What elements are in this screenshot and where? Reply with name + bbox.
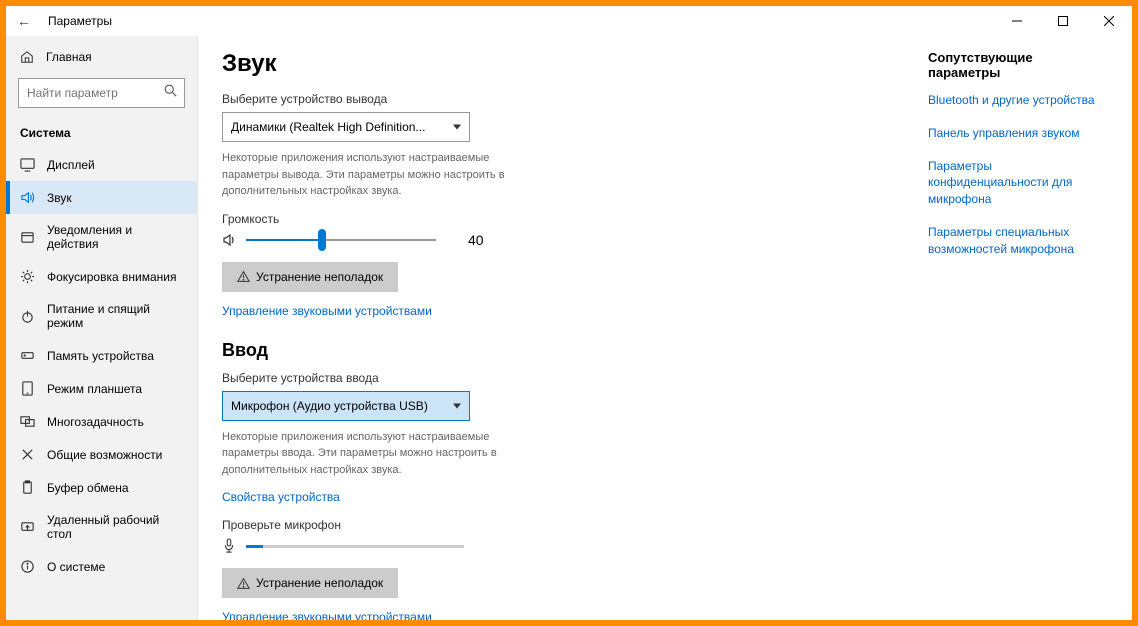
page-title: Звук <box>222 50 782 78</box>
sidebar-item-shared[interactable]: Общие возможности <box>6 438 197 471</box>
back-button[interactable]: ← <box>14 11 34 31</box>
sidebar-item-remote[interactable]: Удаленный рабочий стол <box>6 504 197 550</box>
volume-slider-thumb[interactable] <box>318 229 326 251</box>
volume-slider[interactable] <box>246 239 436 241</box>
sidebar-item-sound[interactable]: Звук <box>6 181 197 214</box>
related-link-mic-privacy[interactable]: Параметры конфиденциальности для микрофо… <box>928 158 1098 208</box>
sidebar-item-label: Память устройства <box>47 349 154 363</box>
troubleshoot-label: Устранение неполадок <box>256 576 383 590</box>
sidebar-item-power[interactable]: Питание и спящий режим <box>6 293 197 339</box>
input-manage-link[interactable]: Управление звуковыми устройствами <box>222 610 782 620</box>
related-link-sound-cp[interactable]: Панель управления звуком <box>928 125 1098 142</box>
output-troubleshoot-button[interactable]: Устранение неполадок <box>222 262 398 292</box>
clipboard-icon <box>20 480 35 495</box>
maximize-button[interactable] <box>1040 6 1086 36</box>
sidebar-item-about[interactable]: О системе <box>6 550 197 583</box>
minimize-button[interactable] <box>994 6 1040 36</box>
notifications-icon <box>20 230 35 245</box>
device-properties-link[interactable]: Свойства устройства <box>222 490 782 504</box>
mic-level-bar <box>246 545 464 548</box>
home-icon <box>20 50 34 64</box>
sidebar-home[interactable]: Главная <box>6 42 197 72</box>
titlebar: ← Параметры <box>6 6 1132 36</box>
related-link-mic-access[interactable]: Параметры специальных возможностей микро… <box>928 224 1098 258</box>
close-button[interactable] <box>1086 6 1132 36</box>
mic-test-label: Проверьте микрофон <box>222 518 782 532</box>
input-device-label: Выберите устройства ввода <box>222 371 782 385</box>
speaker-icon[interactable] <box>222 232 238 248</box>
mic-test-row <box>222 538 782 554</box>
microphone-icon <box>222 538 236 554</box>
sound-icon <box>20 190 35 205</box>
sidebar-item-label: Звук <box>47 191 72 205</box>
volume-row: 40 <box>222 232 782 248</box>
output-device-value: Динамики (Realtek High Definition... <box>231 120 425 134</box>
input-device-dropdown[interactable]: Микрофон (Аудио устройства USB) <box>222 391 470 421</box>
related-link-bluetooth[interactable]: Bluetooth и другие устройства <box>928 92 1098 109</box>
sidebar-item-label: Удаленный рабочий стол <box>47 513 183 541</box>
storage-icon <box>20 348 35 363</box>
sidebar-item-label: Фокусировка внимания <box>47 270 176 284</box>
sidebar-home-label: Главная <box>46 50 92 64</box>
input-desc: Некоторые приложения используют настраив… <box>222 429 512 479</box>
content-area: Звук Выберите устройство вывода Динамики… <box>198 36 1132 620</box>
window-title: Параметры <box>48 14 112 28</box>
warning-icon <box>237 577 250 590</box>
output-desc: Некоторые приложения используют настраив… <box>222 150 512 200</box>
sidebar-item-display[interactable]: Дисплей <box>6 148 197 181</box>
search-input[interactable] <box>18 78 185 108</box>
sidebar-item-clipboard[interactable]: Буфер обмена <box>6 471 197 504</box>
sidebar-item-notifications[interactable]: Уведомления и действия <box>6 214 197 260</box>
input-device-value: Микрофон (Аудио устройства USB) <box>231 399 428 413</box>
sidebar-item-label: Уведомления и действия <box>47 223 183 251</box>
sidebar-category: Система <box>6 118 197 148</box>
focus-icon <box>20 269 35 284</box>
sidebar-item-label: Питание и спящий режим <box>47 302 183 330</box>
tablet-icon <box>20 381 35 396</box>
about-icon <box>20 559 35 574</box>
power-icon <box>20 309 35 324</box>
related-panel: Сопутствующие параметры Bluetooth и друг… <box>928 50 1108 596</box>
sidebar-item-tablet[interactable]: Режим планшета <box>6 372 197 405</box>
sidebar: Главная Система Дисплей Звук Уведомления… <box>6 36 198 620</box>
sidebar-item-label: О системе <box>47 560 105 574</box>
mic-level-fill <box>246 545 263 548</box>
sidebar-item-label: Буфер обмена <box>47 481 129 495</box>
input-heading: Ввод <box>222 340 782 361</box>
sidebar-item-multitasking[interactable]: Многозадачность <box>6 405 197 438</box>
volume-value: 40 <box>468 232 484 248</box>
multitasking-icon <box>20 414 35 429</box>
volume-slider-fill <box>246 239 322 241</box>
troubleshoot-label: Устранение неполадок <box>256 270 383 284</box>
settings-window: ← Параметры Главная Система Ди <box>6 6 1132 620</box>
output-manage-link[interactable]: Управление звуковыми устройствами <box>222 304 782 318</box>
sidebar-item-storage[interactable]: Память устройства <box>6 339 197 372</box>
remote-icon <box>20 520 35 535</box>
sidebar-item-label: Режим планшета <box>47 382 142 396</box>
shared-icon <box>20 447 35 462</box>
input-troubleshoot-button[interactable]: Устранение неполадок <box>222 568 398 598</box>
warning-icon <box>237 270 250 283</box>
search-box <box>18 78 185 108</box>
volume-label: Громкость <box>222 212 782 226</box>
sidebar-item-label: Дисплей <box>47 158 95 172</box>
output-device-label: Выберите устройство вывода <box>222 92 782 106</box>
sidebar-item-label: Многозадачность <box>47 415 144 429</box>
display-icon <box>20 157 35 172</box>
sidebar-item-label: Общие возможности <box>47 448 162 462</box>
search-icon <box>164 84 177 102</box>
sidebar-item-focus[interactable]: Фокусировка внимания <box>6 260 197 293</box>
related-heading: Сопутствующие параметры <box>928 50 1098 80</box>
output-device-dropdown[interactable]: Динамики (Realtek High Definition... <box>222 112 470 142</box>
